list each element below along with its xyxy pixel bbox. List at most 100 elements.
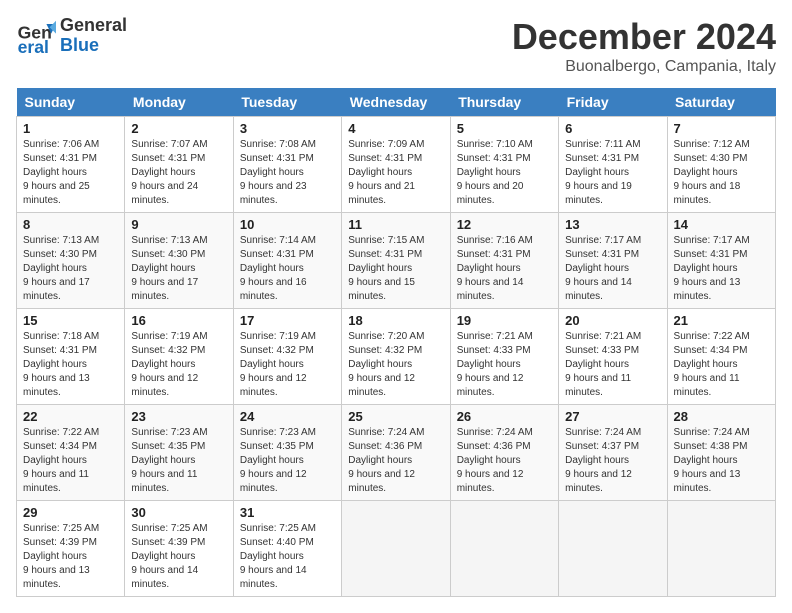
- cell-text: Sunrise: 7:19 AMSunset: 4:32 PMDaylight …: [131, 331, 207, 398]
- day-number: 15: [23, 313, 118, 328]
- day-number: 14: [674, 217, 769, 232]
- day-cell-1: 1 Sunrise: 7:06 AMSunset: 4:31 PMDayligh…: [17, 117, 125, 213]
- day-number: 4: [348, 121, 443, 136]
- title-area: December 2024 Buonalbergo, Campania, Ita…: [512, 16, 776, 76]
- location: Buonalbergo, Campania, Italy: [512, 58, 776, 76]
- week-row-4: 22 Sunrise: 7:22 AMSunset: 4:34 PMDaylig…: [17, 405, 776, 501]
- cell-text: Sunrise: 7:09 AMSunset: 4:31 PMDaylight …: [348, 139, 424, 206]
- day-number: 22: [23, 409, 118, 424]
- day-header-thursday: Thursday: [450, 88, 558, 117]
- empty-cell: [450, 501, 558, 597]
- day-number: 31: [240, 505, 335, 520]
- page-header: Gen eral General Blue December 2024 Buon…: [16, 16, 776, 76]
- cell-text: Sunrise: 7:24 AMSunset: 4:37 PMDaylight …: [565, 427, 641, 494]
- day-cell-25: 25 Sunrise: 7:24 AMSunset: 4:36 PMDaylig…: [342, 405, 450, 501]
- calendar-table: SundayMondayTuesdayWednesdayThursdayFrid…: [16, 88, 776, 597]
- day-number: 23: [131, 409, 226, 424]
- day-cell-29: 29 Sunrise: 7:25 AMSunset: 4:39 PMDaylig…: [17, 501, 125, 597]
- day-cell-19: 19 Sunrise: 7:21 AMSunset: 4:33 PMDaylig…: [450, 309, 558, 405]
- cell-text: Sunrise: 7:18 AMSunset: 4:31 PMDaylight …: [23, 331, 99, 398]
- week-row-3: 15 Sunrise: 7:18 AMSunset: 4:31 PMDaylig…: [17, 309, 776, 405]
- cell-text: Sunrise: 7:10 AMSunset: 4:31 PMDaylight …: [457, 139, 533, 206]
- cell-text: Sunrise: 7:22 AMSunset: 4:34 PMDaylight …: [23, 427, 99, 494]
- cell-text: Sunrise: 7:13 AMSunset: 4:30 PMDaylight …: [23, 235, 99, 302]
- day-header-tuesday: Tuesday: [233, 88, 341, 117]
- cell-text: Sunrise: 7:17 AMSunset: 4:31 PMDaylight …: [674, 235, 750, 302]
- day-cell-14: 14 Sunrise: 7:17 AMSunset: 4:31 PMDaylig…: [667, 213, 775, 309]
- cell-text: Sunrise: 7:06 AMSunset: 4:31 PMDaylight …: [23, 139, 99, 206]
- svg-text:eral: eral: [18, 37, 49, 56]
- day-cell-22: 22 Sunrise: 7:22 AMSunset: 4:34 PMDaylig…: [17, 405, 125, 501]
- cell-text: Sunrise: 7:24 AMSunset: 4:38 PMDaylight …: [674, 427, 750, 494]
- cell-text: Sunrise: 7:22 AMSunset: 4:34 PMDaylight …: [674, 331, 750, 398]
- cell-text: Sunrise: 7:20 AMSunset: 4:32 PMDaylight …: [348, 331, 424, 398]
- week-row-2: 8 Sunrise: 7:13 AMSunset: 4:30 PMDayligh…: [17, 213, 776, 309]
- day-cell-2: 2 Sunrise: 7:07 AMSunset: 4:31 PMDayligh…: [125, 117, 233, 213]
- cell-text: Sunrise: 7:24 AMSunset: 4:36 PMDaylight …: [457, 427, 533, 494]
- day-cell-16: 16 Sunrise: 7:19 AMSunset: 4:32 PMDaylig…: [125, 309, 233, 405]
- month-title: December 2024: [512, 16, 776, 58]
- day-header-wednesday: Wednesday: [342, 88, 450, 117]
- cell-text: Sunrise: 7:15 AMSunset: 4:31 PMDaylight …: [348, 235, 424, 302]
- day-number: 29: [23, 505, 118, 520]
- day-number: 24: [240, 409, 335, 424]
- logo-line2: Blue: [60, 36, 127, 56]
- day-cell-10: 10 Sunrise: 7:14 AMSunset: 4:31 PMDaylig…: [233, 213, 341, 309]
- day-number: 25: [348, 409, 443, 424]
- day-number: 3: [240, 121, 335, 136]
- day-cell-11: 11 Sunrise: 7:15 AMSunset: 4:31 PMDaylig…: [342, 213, 450, 309]
- day-cell-30: 30 Sunrise: 7:25 AMSunset: 4:39 PMDaylig…: [125, 501, 233, 597]
- day-number: 11: [348, 217, 443, 232]
- day-cell-5: 5 Sunrise: 7:10 AMSunset: 4:31 PMDayligh…: [450, 117, 558, 213]
- empty-cell: [342, 501, 450, 597]
- empty-cell: [559, 501, 667, 597]
- day-number: 20: [565, 313, 660, 328]
- cell-text: Sunrise: 7:21 AMSunset: 4:33 PMDaylight …: [457, 331, 533, 398]
- day-cell-17: 17 Sunrise: 7:19 AMSunset: 4:32 PMDaylig…: [233, 309, 341, 405]
- day-cell-7: 7 Sunrise: 7:12 AMSunset: 4:30 PMDayligh…: [667, 117, 775, 213]
- day-cell-3: 3 Sunrise: 7:08 AMSunset: 4:31 PMDayligh…: [233, 117, 341, 213]
- day-number: 26: [457, 409, 552, 424]
- day-number: 10: [240, 217, 335, 232]
- cell-text: Sunrise: 7:21 AMSunset: 4:33 PMDaylight …: [565, 331, 641, 398]
- header-row: SundayMondayTuesdayWednesdayThursdayFrid…: [17, 88, 776, 117]
- day-number: 30: [131, 505, 226, 520]
- day-cell-4: 4 Sunrise: 7:09 AMSunset: 4:31 PMDayligh…: [342, 117, 450, 213]
- day-number: 6: [565, 121, 660, 136]
- logo-line1: General: [60, 16, 127, 36]
- cell-text: Sunrise: 7:25 AMSunset: 4:39 PMDaylight …: [131, 523, 207, 590]
- cell-text: Sunrise: 7:11 AMSunset: 4:31 PMDaylight …: [565, 139, 640, 206]
- cell-text: Sunrise: 7:24 AMSunset: 4:36 PMDaylight …: [348, 427, 424, 494]
- day-number: 21: [674, 313, 769, 328]
- day-cell-27: 27 Sunrise: 7:24 AMSunset: 4:37 PMDaylig…: [559, 405, 667, 501]
- cell-text: Sunrise: 7:08 AMSunset: 4:31 PMDaylight …: [240, 139, 316, 206]
- cell-text: Sunrise: 7:23 AMSunset: 4:35 PMDaylight …: [131, 427, 207, 494]
- day-header-sunday: Sunday: [17, 88, 125, 117]
- cell-text: Sunrise: 7:17 AMSunset: 4:31 PMDaylight …: [565, 235, 641, 302]
- day-number: 13: [565, 217, 660, 232]
- logo: Gen eral General Blue: [16, 16, 127, 56]
- day-number: 9: [131, 217, 226, 232]
- day-number: 2: [131, 121, 226, 136]
- day-number: 17: [240, 313, 335, 328]
- day-cell-24: 24 Sunrise: 7:23 AMSunset: 4:35 PMDaylig…: [233, 405, 341, 501]
- day-header-friday: Friday: [559, 88, 667, 117]
- day-number: 1: [23, 121, 118, 136]
- cell-text: Sunrise: 7:16 AMSunset: 4:31 PMDaylight …: [457, 235, 533, 302]
- day-number: 5: [457, 121, 552, 136]
- day-number: 7: [674, 121, 769, 136]
- day-cell-13: 13 Sunrise: 7:17 AMSunset: 4:31 PMDaylig…: [559, 213, 667, 309]
- day-cell-15: 15 Sunrise: 7:18 AMSunset: 4:31 PMDaylig…: [17, 309, 125, 405]
- day-cell-6: 6 Sunrise: 7:11 AMSunset: 4:31 PMDayligh…: [559, 117, 667, 213]
- day-cell-9: 9 Sunrise: 7:13 AMSunset: 4:30 PMDayligh…: [125, 213, 233, 309]
- cell-text: Sunrise: 7:07 AMSunset: 4:31 PMDaylight …: [131, 139, 207, 206]
- week-row-5: 29 Sunrise: 7:25 AMSunset: 4:39 PMDaylig…: [17, 501, 776, 597]
- day-cell-20: 20 Sunrise: 7:21 AMSunset: 4:33 PMDaylig…: [559, 309, 667, 405]
- logo-icon: Gen eral: [16, 16, 56, 56]
- day-number: 16: [131, 313, 226, 328]
- cell-text: Sunrise: 7:19 AMSunset: 4:32 PMDaylight …: [240, 331, 316, 398]
- day-cell-31: 31 Sunrise: 7:25 AMSunset: 4:40 PMDaylig…: [233, 501, 341, 597]
- day-number: 8: [23, 217, 118, 232]
- day-cell-23: 23 Sunrise: 7:23 AMSunset: 4:35 PMDaylig…: [125, 405, 233, 501]
- day-number: 12: [457, 217, 552, 232]
